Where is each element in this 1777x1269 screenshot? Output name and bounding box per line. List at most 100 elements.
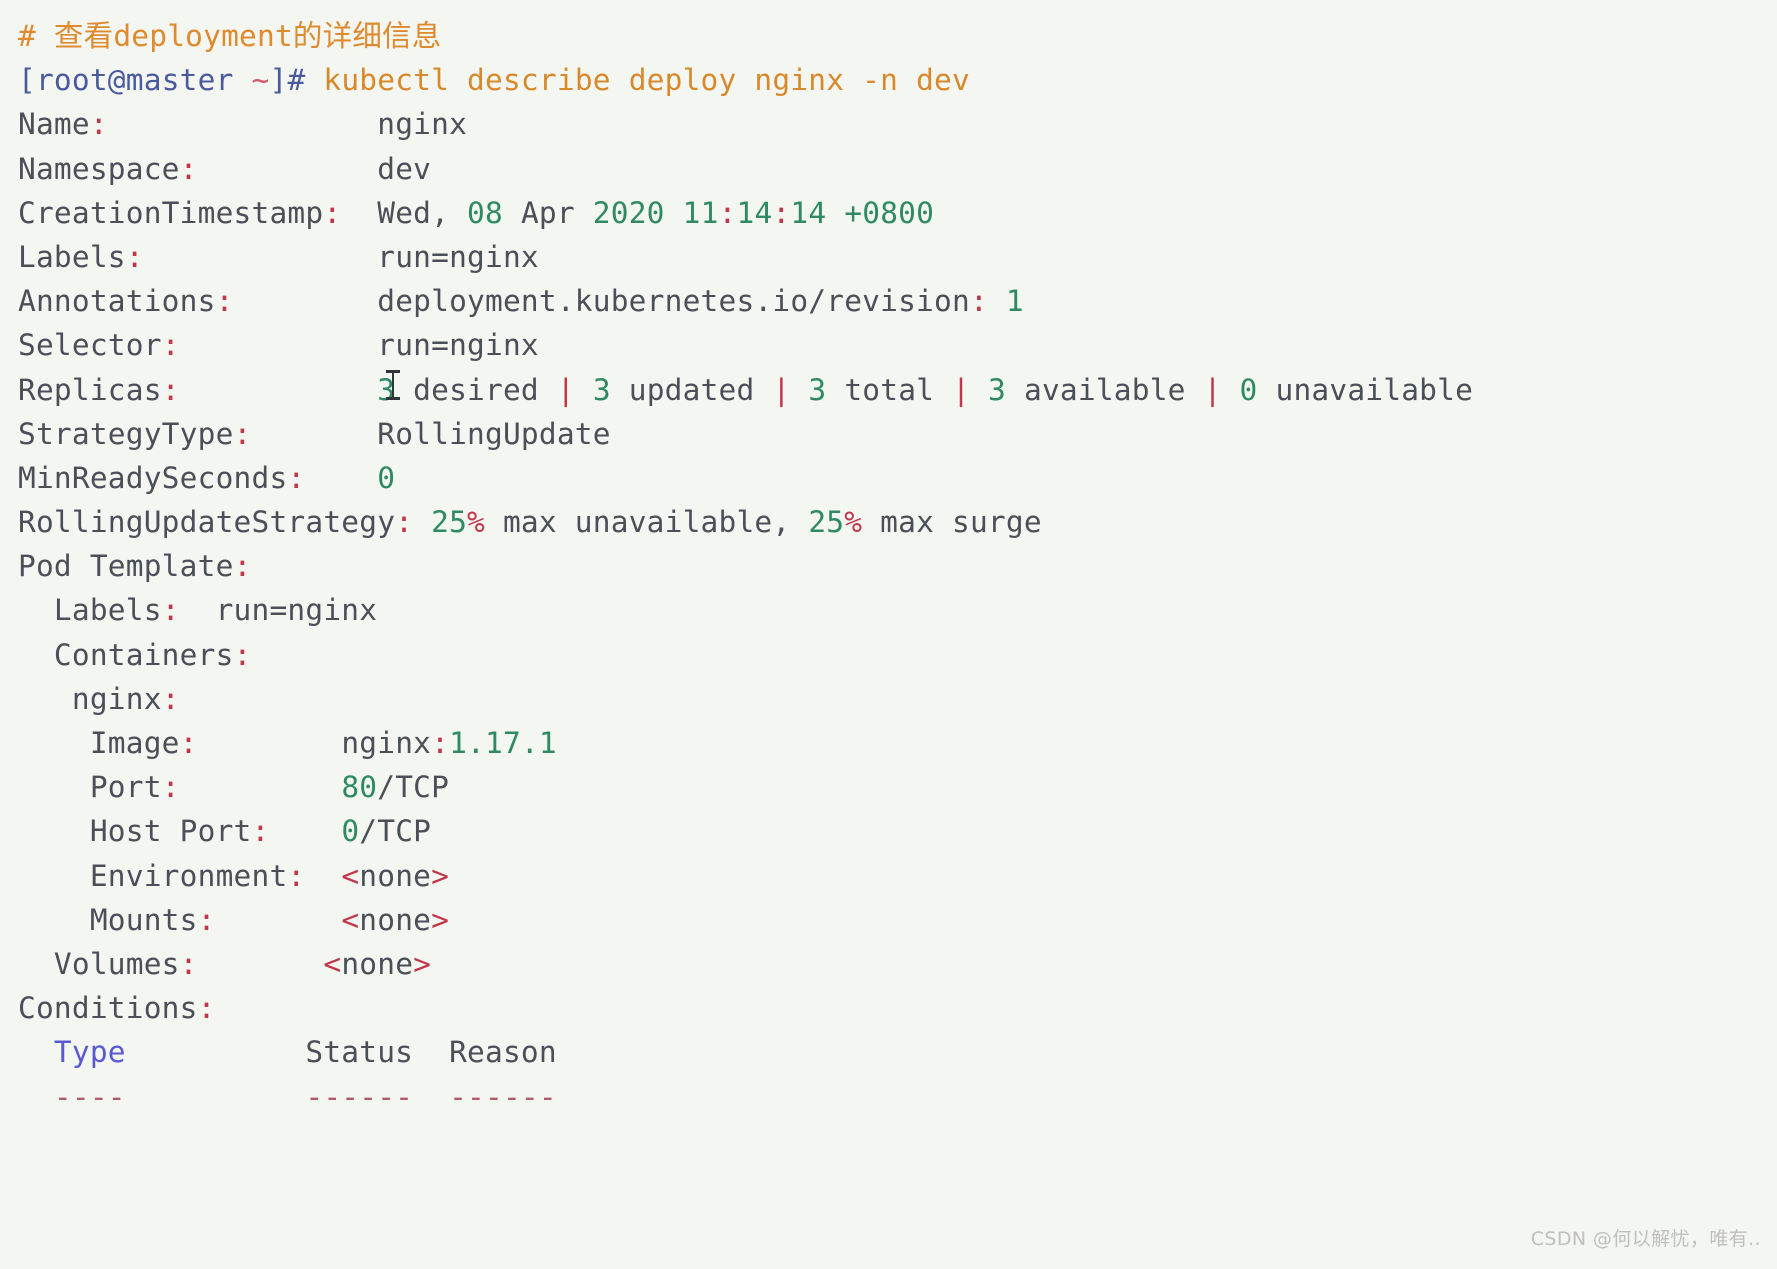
field-image: Image: nginx:1.17.1 [18,721,1777,765]
prompt-close-bracket: ]# [269,63,306,98]
column-header-type: Type [53,1035,126,1070]
field-labels-key: Labels [18,239,126,274]
colon: : [969,284,988,319]
angle-close: > [431,902,450,937]
pad [180,373,378,407]
colon: : [161,681,180,716]
field-strategytype-value: RollingUpdate [377,416,611,451]
field-selector-value: run=nginx [377,328,539,363]
colon: : [287,460,306,495]
field-creationtimestamp: CreationTimestamp: Wed, 08 Apr 2020 11:1… [18,191,1777,235]
sp [754,373,772,407]
creation-date: 08 [467,195,503,230]
sp [826,373,844,407]
field-containers-key: Containers [53,637,234,672]
replicas-unavailable-label: unavailable [1275,372,1474,407]
field-pod-template-key: Pod Template [18,549,234,584]
field-annotations: Annotations: deployment.kubernetes.io/re… [18,279,1777,323]
field-mounts-value: none [359,902,432,937]
field-rollingupdatestrategy-key: RollingUpdateStrategy [18,505,396,540]
port-number: 80 [341,770,378,805]
container-entry: nginx: [18,677,1777,721]
creation-hour: 11 [682,195,719,230]
sp [826,196,844,230]
sp [665,196,683,230]
max-surge-label: max surge [880,505,1042,540]
field-environment: Environment: <none> [18,854,1777,898]
pad [198,726,342,760]
replicas-updated-label: updated [628,372,755,407]
field-volumes-value: none [341,946,414,981]
field-image-key: Image [89,726,180,760]
column-header-status: Status [305,1035,414,1070]
colon: : [233,637,252,672]
replicas-available-label: available [1023,372,1186,407]
colon: : [431,726,450,760]
replicas-unavailable-num: 0 [1239,372,1258,407]
field-pod-labels-value: run=nginx [215,593,378,628]
creation-month: Apr [520,195,575,230]
sp [862,505,880,539]
field-selector: Selector: run=nginx [18,323,1777,367]
angle-close: > [413,946,432,981]
field-mounts-key: Mounts [89,902,198,937]
sp [575,196,593,230]
conditions-divider-row: ---- ------ ------ [18,1075,1777,1119]
watermark: CSDN @何以解忧，唯有.. [1530,1227,1761,1250]
pad [252,417,378,451]
pipe: | [952,372,971,407]
host-port-protocol: /TCP [359,814,432,849]
colon: : [125,239,144,274]
sp [1006,373,1024,407]
creation-year: 2020 [592,195,665,230]
pad [269,814,341,848]
field-name: Name: nginx [18,102,1777,146]
colon: : [287,858,306,893]
colon: : [323,195,342,230]
replicas-total-num: 3 [808,372,827,407]
sp [485,505,503,539]
max-unavailable-num: 25 [431,505,468,540]
pad [198,152,378,186]
max-unavailable-label: max unavailable, [502,505,791,540]
field-environment-value: none [359,858,432,893]
command-text: kubectl describe deploy nginx -n dev [305,63,970,98]
colon: : [395,505,414,540]
divider-type: ---- [53,1079,126,1114]
field-mounts: Mounts: <none> [18,898,1777,942]
conditions-header-row: Type Status Reason [18,1030,1777,1074]
field-replicas: Replicas: 3 desired | 3 updated | 3 tota… [18,368,1777,412]
sp [395,373,413,407]
replicas-available-num: 3 [988,372,1007,407]
field-labels: Labels: run=nginx [18,235,1777,279]
replicas-desired-label: desired [413,372,539,407]
sp [1186,373,1204,407]
field-pod-labels-key: Labels [53,593,162,628]
sp [611,373,629,407]
field-conditions: Conditions: [18,986,1777,1030]
colon: : [179,726,198,760]
prompt-tilde: ~ [251,63,270,98]
field-host-port-key: Host Port [89,814,252,849]
pad [413,1035,449,1069]
field-pod-template: Pod Template: [18,544,1777,588]
pad [305,461,377,495]
terminal-window: # 查看deployment的详细信息 [root@master ~]# kub… [0,0,1777,1269]
colon: : [179,151,198,186]
sp [503,196,521,230]
field-name-value: nginx [377,107,468,142]
field-strategytype-key: StrategyType [18,416,234,451]
host-port-number: 0 [341,814,360,849]
field-labels-value: run=nginx [377,239,539,274]
time-colon: : [772,195,791,230]
column-header-reason: Reason [449,1035,557,1070]
image-tag: 1.17.1 [449,726,557,760]
sp [790,373,808,407]
colon: : [215,284,234,319]
